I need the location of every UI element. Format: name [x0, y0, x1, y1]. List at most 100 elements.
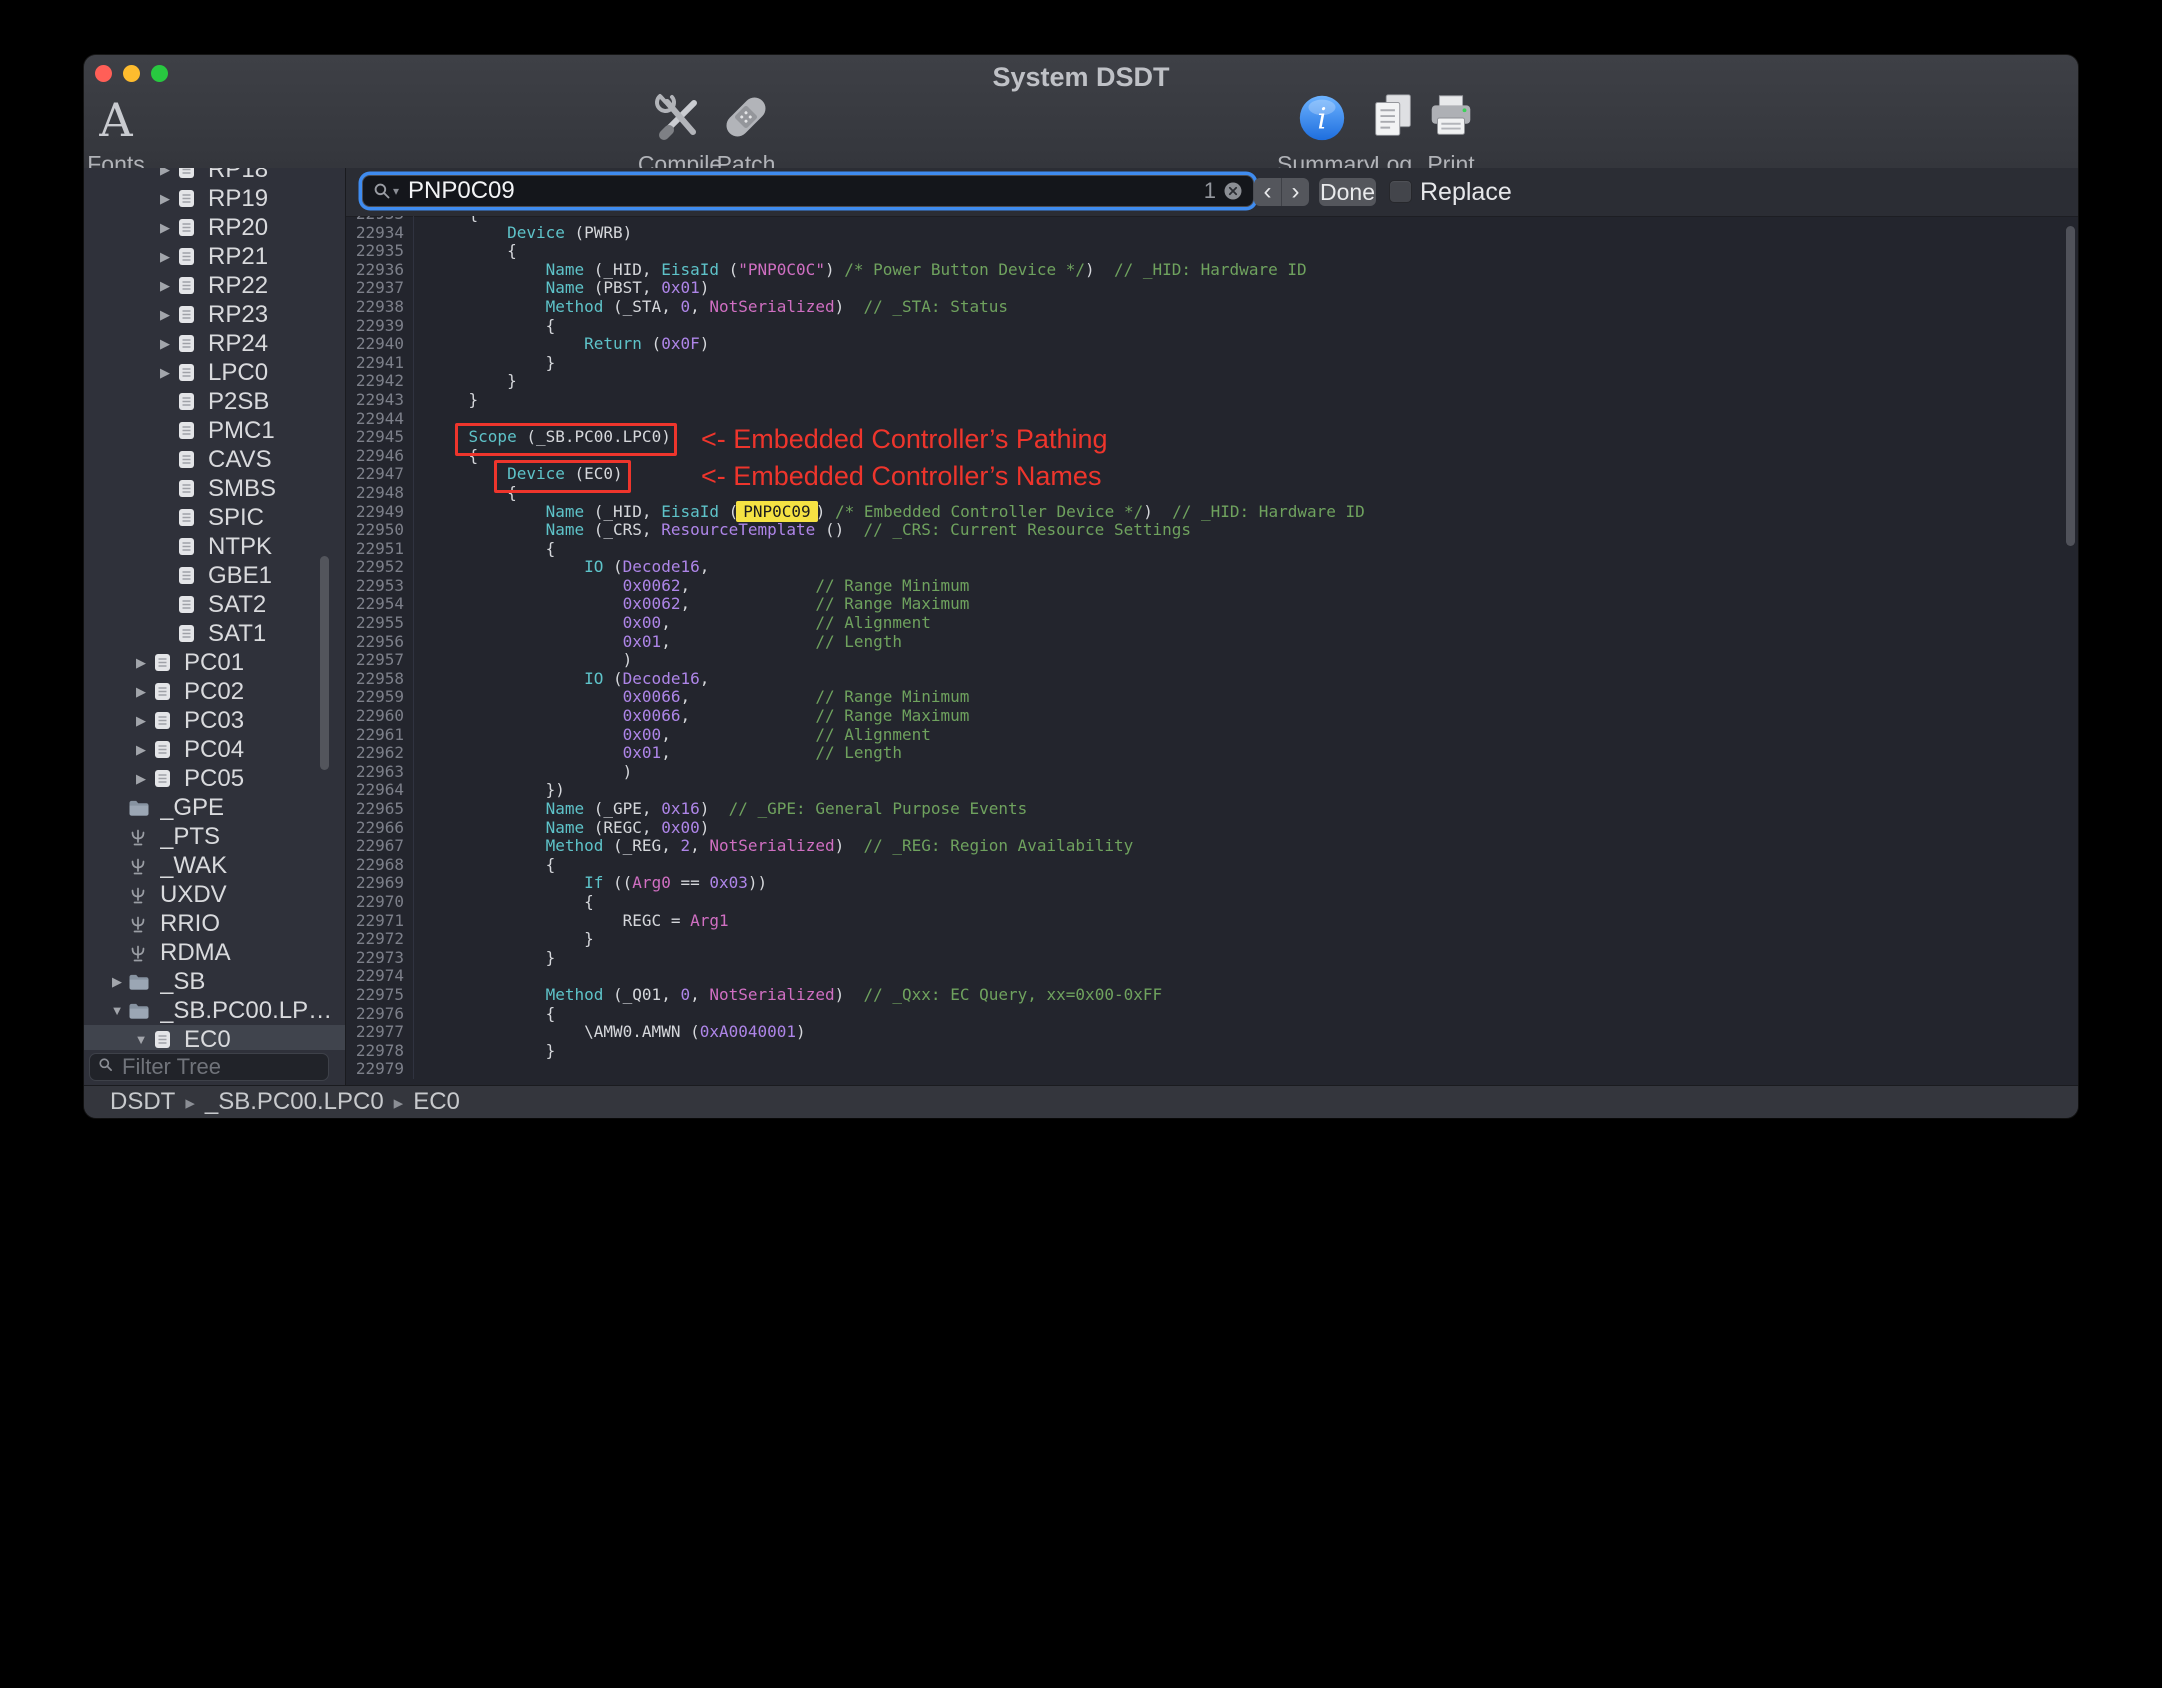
sidebar-item-rrio[interactable]: RRIO: [84, 909, 345, 938]
sidebar-item-label: RP21: [208, 242, 269, 270]
code-line: 22951 {: [346, 539, 2078, 559]
doc-icon: [176, 391, 200, 413]
sidebar-scrollbar[interactable]: [320, 556, 329, 770]
filter-tree-field[interactable]: [89, 1053, 329, 1081]
search-match-highlight: PNP0C09: [736, 500, 818, 522]
chevron-right-icon[interactable]: ▶: [154, 168, 176, 178]
sidebar-item-label: RP20: [208, 213, 269, 241]
clear-search-icon[interactable]: [1223, 181, 1243, 201]
code-line: 22956 0x01, // Length: [346, 632, 2078, 652]
line-number: 22944: [346, 409, 414, 429]
chevron-right-icon[interactable]: ▶: [130, 713, 152, 729]
doc-icon: [176, 246, 200, 268]
print-button[interactable]: Print: [1406, 91, 1496, 176]
chevron-right-icon[interactable]: ▶: [154, 336, 176, 352]
line-number: 22953: [346, 576, 414, 596]
doc-icon: [152, 1029, 176, 1051]
sidebar-item-_sbpc00lp[interactable]: ▼ _SB.PC00.LP…: [84, 996, 345, 1025]
chevron-right-icon[interactable]: ▶: [130, 742, 152, 758]
sidebar-item-sat1[interactable]: SAT1: [84, 619, 345, 648]
line-number: 22965: [346, 799, 414, 819]
find-input-field[interactable]: ▾ 1: [362, 175, 1254, 207]
sidebar-item-gbe1[interactable]: GBE1: [84, 561, 345, 590]
find-previous-button[interactable]: ‹: [1254, 178, 1282, 206]
done-button[interactable]: Done: [1319, 178, 1376, 206]
search-menu-icon[interactable]: ▾: [373, 182, 399, 200]
sidebar-item-label: RP19: [208, 184, 269, 212]
sidebar-item-rp22[interactable]: ▶ RP22: [84, 271, 345, 300]
compile-icon: [652, 89, 708, 151]
sidebar-item-ec0[interactable]: ▼ EC0: [84, 1025, 345, 1050]
code-line: 22978 }: [346, 1041, 2078, 1061]
editor-scrollbar[interactable]: [2066, 226, 2075, 546]
sidebar-item-label: PC01: [184, 648, 245, 676]
line-number: 22934: [346, 223, 414, 243]
sidebar-item-pc04[interactable]: ▶ PC04: [84, 735, 345, 764]
sidebar-item-pc02[interactable]: ▶ PC02: [84, 677, 345, 706]
chevron-right-icon[interactable]: ▶: [154, 220, 176, 236]
sidebar-item-_gpe[interactable]: _GPE: [84, 793, 345, 822]
chevron-down-icon[interactable]: ▼: [130, 1032, 152, 1047]
sidebar-item-lpc0[interactable]: ▶ LPC0: [84, 358, 345, 387]
sidebar-item-rp19[interactable]: ▶ RP19: [84, 184, 345, 213]
line-number: 22936: [346, 260, 414, 280]
chevron-right-icon[interactable]: ▶: [130, 771, 152, 787]
sidebar-item-label: _SB: [160, 967, 206, 995]
sidebar-item-label: GBE1: [208, 561, 273, 589]
sidebar-item-cavs[interactable]: CAVS: [84, 445, 345, 474]
folder-icon: [128, 1000, 152, 1022]
chevron-right-icon[interactable]: ▶: [154, 249, 176, 265]
sidebar-item-rp18[interactable]: ▶ RP18: [84, 168, 345, 184]
find-next-button[interactable]: ›: [1282, 178, 1309, 206]
chevron-right-icon[interactable]: ▶: [130, 655, 152, 671]
sidebar-item-pc01[interactable]: ▶ PC01: [84, 648, 345, 677]
breadcrumb-item[interactable]: EC0: [413, 1088, 460, 1115]
search-caret-icon: ▾: [393, 184, 400, 198]
code-editor[interactable]: 22933 {22934 Device (PWRB)22935 {22936 N…: [346, 216, 2078, 1086]
fonts-button[interactable]: A Fonts: [86, 91, 146, 176]
sidebar-item-ntpk[interactable]: NTPK: [84, 532, 345, 561]
code-line: 22971 REGC = Arg1: [346, 911, 2078, 931]
code-lines: 22933 {22934 Device (PWRB)22935 {22936 N…: [346, 216, 2078, 1079]
sidebar-item-pc05[interactable]: ▶ PC05: [84, 764, 345, 793]
sidebar-item-rp20[interactable]: ▶ RP20: [84, 213, 345, 242]
sidebar-item-_sb[interactable]: ▶ _SB: [84, 967, 345, 996]
breadcrumb-item[interactable]: _SB.PC00.LPC0: [205, 1088, 384, 1115]
chevron-right-icon[interactable]: ▶: [154, 191, 176, 207]
patch-button[interactable]: Patch: [701, 91, 791, 176]
sidebar-item-p2sb[interactable]: P2SB: [84, 387, 345, 416]
line-number: 22960: [346, 706, 414, 726]
sidebar-item-uxdv[interactable]: UXDV: [84, 880, 345, 909]
chevron-right-icon[interactable]: ▶: [154, 278, 176, 294]
sidebar-item-pc03[interactable]: ▶ PC03: [84, 706, 345, 735]
status-bar: DSDT ▸ _SB.PC00.LPC0 ▸ EC0: [84, 1085, 2078, 1118]
sidebar-item-smbs[interactable]: SMBS: [84, 474, 345, 503]
sidebar-item-sat2[interactable]: SAT2: [84, 590, 345, 619]
sidebar-item-rp21[interactable]: ▶ RP21: [84, 242, 345, 271]
chevron-down-icon[interactable]: ▼: [106, 1003, 128, 1018]
find-input[interactable]: [406, 176, 1197, 206]
method-icon: [128, 855, 152, 877]
chevron-right-icon[interactable]: ▶: [106, 974, 128, 990]
sidebar-item-rp23[interactable]: ▶ RP23: [84, 300, 345, 329]
annotation-names-text: <- Embedded Controller’s Names: [701, 461, 1102, 491]
annotation-box-device: [494, 460, 631, 493]
replace-checkbox[interactable]: [1389, 180, 1412, 203]
doc-icon: [176, 594, 200, 616]
sidebar-item-_pts[interactable]: _PTS: [84, 822, 345, 851]
code-line: 22964 }): [346, 781, 2078, 800]
code-line: 22970 {: [346, 892, 2078, 912]
sidebar-item-_wak[interactable]: _WAK: [84, 851, 345, 880]
sidebar-item-pmc1[interactable]: PMC1: [84, 416, 345, 445]
sidebar-item-rdma[interactable]: RDMA: [84, 938, 345, 967]
chevron-right-icon[interactable]: ▶: [154, 365, 176, 381]
filter-tree-input[interactable]: [120, 1053, 320, 1081]
line-number: 22968: [346, 855, 414, 875]
doc-icon: [176, 217, 200, 239]
sidebar-item-spic[interactable]: SPIC: [84, 503, 345, 532]
chevron-right-icon[interactable]: ▶: [130, 684, 152, 700]
chevron-right-icon[interactable]: ▶: [154, 307, 176, 323]
sidebar-item-rp24[interactable]: ▶ RP24: [84, 329, 345, 358]
breadcrumb-item[interactable]: DSDT: [110, 1088, 175, 1115]
search-icon: [98, 1057, 113, 1077]
